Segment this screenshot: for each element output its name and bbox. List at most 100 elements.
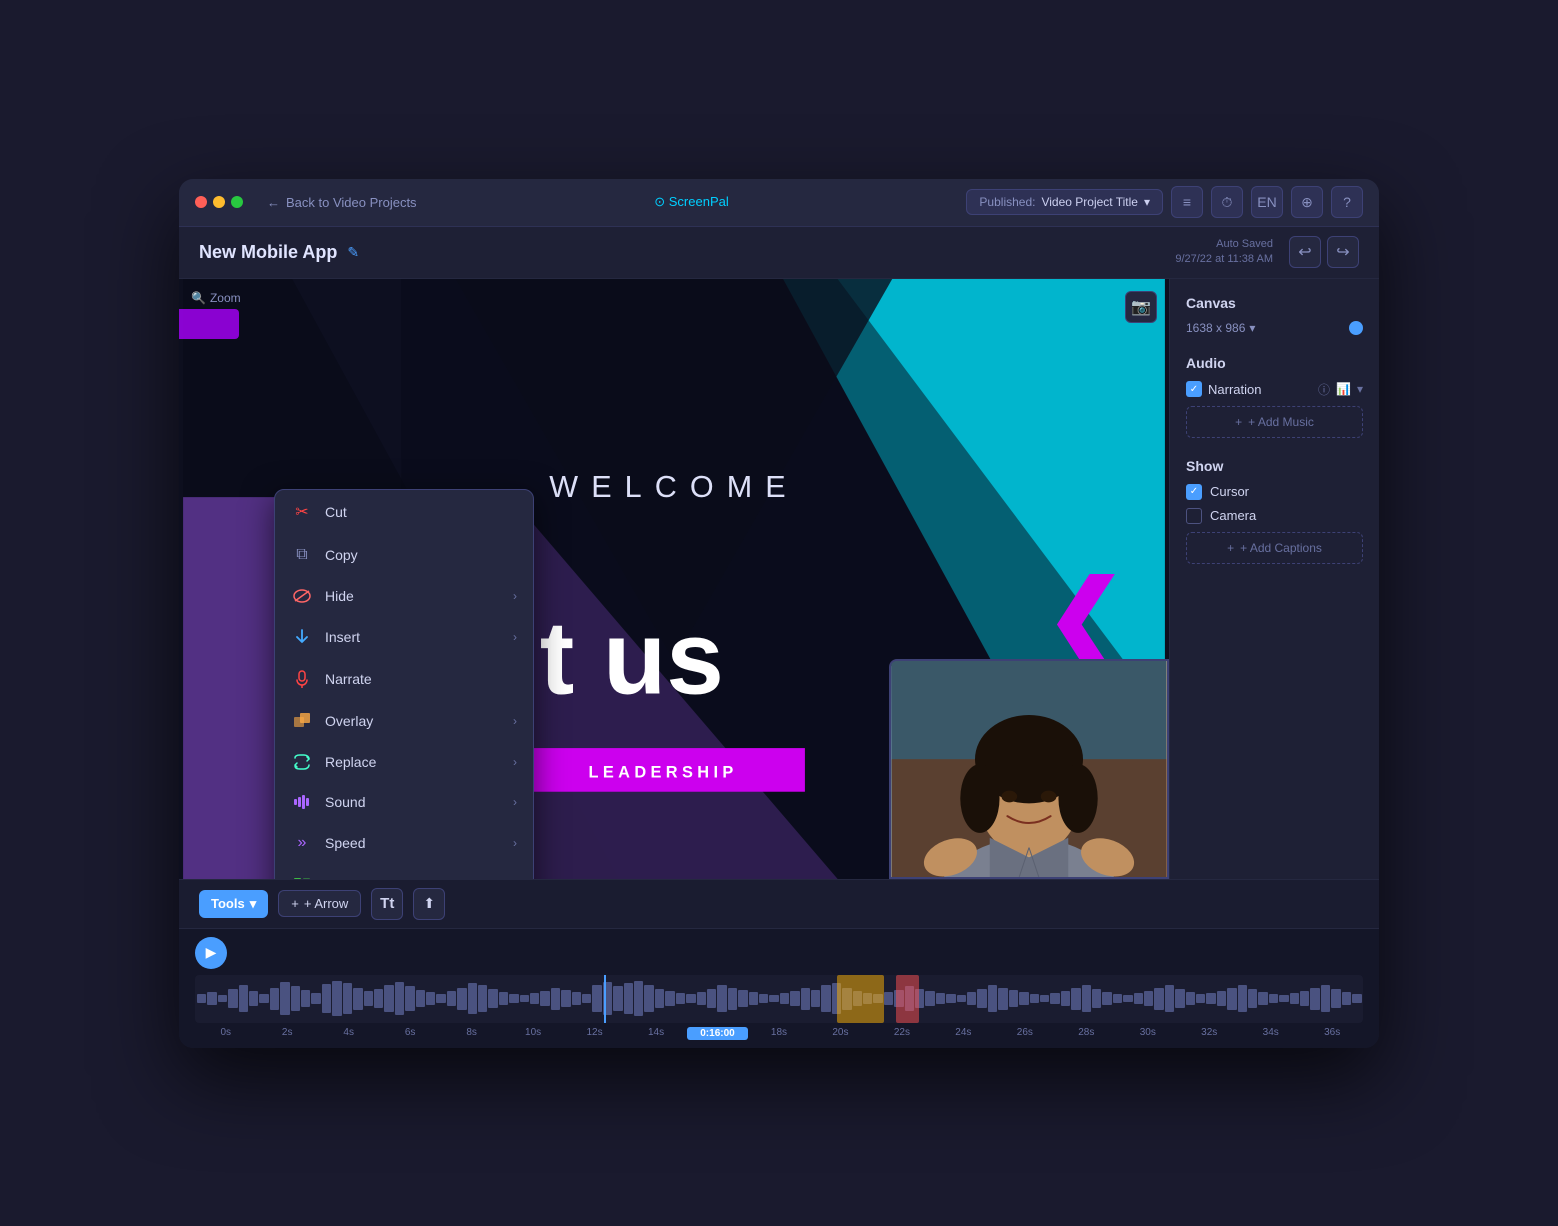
menu-item-cut[interactable]: ✂ Cut	[275, 490, 533, 534]
undo-redo-controls: ↩ ↪	[1289, 236, 1359, 268]
narration-waveform-icon[interactable]: 📊	[1336, 382, 1351, 396]
menu-item-speed[interactable]: » Speed ›	[275, 822, 533, 864]
ruler-mark-10s: 10s	[502, 1027, 563, 1040]
camera-checkbox[interactable]	[1186, 508, 1202, 524]
menu-item-sound[interactable]: Sound ›	[275, 782, 533, 822]
waveform-bar	[280, 982, 289, 1015]
cursor-checkbox[interactable]: ✓	[1186, 484, 1202, 500]
canvas-color-indicator	[1349, 321, 1363, 335]
ruler-mark-26s: 26s	[994, 1027, 1055, 1040]
menu-transition-label: Transition	[325, 876, 386, 879]
menu-item-narrate[interactable]: Narrate	[275, 658, 533, 700]
ruler-mark-28s: 28s	[1056, 1027, 1117, 1040]
waveform-bar	[1030, 994, 1039, 1003]
waveform-bar	[488, 989, 497, 1009]
narration-checkbox[interactable]: ✓	[1186, 381, 1202, 397]
timeline-track[interactable]: // Generate waveform bars dynamically (f…	[195, 975, 1363, 1023]
waveform-bar	[644, 985, 653, 1011]
publish-button[interactable]: Published: Video Project Title ▾	[966, 189, 1163, 215]
waveform-bar	[1300, 991, 1309, 1006]
canvas-title: Canvas	[1186, 295, 1363, 311]
close-button[interactable]	[195, 196, 207, 208]
waveform-bar	[676, 993, 685, 1004]
play-button[interactable]: ▶	[195, 937, 227, 969]
add-captions-button[interactable]: + + Add Captions	[1186, 532, 1363, 564]
cut-icon: ✂	[291, 502, 313, 522]
waveform-bar	[1175, 989, 1184, 1009]
narration-icons: ⓘ 📊 ▾	[1318, 381, 1363, 398]
screenshot-button[interactable]: 📷	[1125, 291, 1157, 323]
back-label: Back to Video Projects	[286, 195, 417, 210]
waveform-bar	[769, 995, 778, 1002]
help-button[interactable]: ?	[1331, 186, 1363, 218]
zoom-text: Zoom	[210, 291, 241, 305]
waveform-bar	[332, 981, 341, 1016]
arrow-button[interactable]: + + Arrow	[278, 890, 361, 917]
svg-text:LEADERSHIP: LEADERSHIP	[589, 763, 738, 781]
undo-button[interactable]: ↩	[1289, 236, 1321, 268]
waveform-bar	[1061, 991, 1070, 1006]
menu-narrate-label: Narrate	[325, 671, 372, 687]
timeline-clip-yellow[interactable]	[837, 975, 884, 1023]
tools-button[interactable]: Tools ▾	[199, 890, 268, 918]
waveform-bar	[613, 986, 622, 1010]
language-button[interactable]: EN	[1251, 186, 1283, 218]
autosaved-date: 9/27/22 at 11:38 AM	[1175, 252, 1273, 267]
back-button[interactable]: ← Back to Video Projects	[267, 195, 417, 210]
menu-sound-label: Sound	[325, 794, 365, 810]
back-arrow-icon: ←	[267, 195, 280, 210]
waveform-bar	[1040, 995, 1049, 1002]
arrow-label: + Arrow	[304, 896, 348, 911]
waveform-bar	[561, 990, 570, 1008]
menu-item-insert[interactable]: Insert ›	[275, 616, 533, 658]
waveform-bar	[468, 983, 477, 1014]
ruler-mark-16s: 0:16:00	[687, 1027, 748, 1040]
timeline-clip-red[interactable]	[896, 975, 919, 1023]
waveform-bar	[1206, 993, 1215, 1004]
waveform-bar	[364, 991, 373, 1006]
narration-info-icon[interactable]: ⓘ	[1318, 381, 1330, 398]
layers-button[interactable]: ≡	[1171, 186, 1203, 218]
menu-item-copy[interactable]: ⧉ Copy	[275, 534, 533, 576]
hide-icon	[291, 589, 313, 603]
minimize-button[interactable]	[213, 196, 225, 208]
menu-item-replace[interactable]: Replace ›	[275, 742, 533, 782]
timeline-controls: ▶	[179, 937, 1379, 975]
cursor-tool-button[interactable]: ⬆	[413, 888, 445, 920]
history-button[interactable]: ⏱	[1211, 186, 1243, 218]
canvas-section: Canvas 1638 x 986 ▾	[1186, 295, 1363, 335]
redo-button[interactable]: ↪	[1327, 236, 1359, 268]
waveform-bar	[967, 992, 976, 1005]
waveform-bar	[738, 990, 747, 1008]
text-button[interactable]: Tt	[371, 888, 403, 920]
waveform-bar	[405, 986, 414, 1010]
video-canvas: WELCOME about us LEADERSHIP ❮ ✂ Cut	[179, 279, 1169, 879]
add-music-button[interactable]: + + Add Music	[1186, 406, 1363, 438]
waveform-bar	[1009, 990, 1018, 1008]
waveform-bar	[218, 995, 227, 1002]
waveform-bar	[936, 993, 945, 1004]
waveform-bar	[249, 991, 258, 1006]
waveform-bar	[270, 988, 279, 1010]
waveform-bar	[1279, 995, 1288, 1002]
menu-item-overlay[interactable]: Overlay ›	[275, 700, 533, 742]
waveform-bar	[1144, 991, 1153, 1006]
edit-title-button[interactable]: ✎	[347, 244, 359, 261]
waveform-bar	[447, 991, 456, 1006]
waveform-bar	[717, 985, 726, 1011]
canvas-size-value[interactable]: 1638 x 986 ▾	[1186, 321, 1255, 335]
waveform-bar	[1019, 992, 1028, 1005]
ruler-mark-2s: 2s	[256, 1027, 317, 1040]
waveform-bar	[977, 989, 986, 1009]
menu-item-transition[interactable]: Transition	[275, 864, 533, 879]
settings-button[interactable]: ⊕	[1291, 186, 1323, 218]
timeline-playhead[interactable]	[604, 975, 606, 1023]
menu-insert-label: Insert	[325, 629, 360, 645]
bottom-toolbar: Tools ▾ + + Arrow Tt ⬆	[179, 879, 1379, 928]
purple-timeline-bar	[179, 309, 239, 339]
narration-expand-icon[interactable]: ▾	[1357, 382, 1363, 396]
menu-item-hide[interactable]: Hide ›	[275, 576, 533, 616]
canvas-size-text: 1638 x 986	[1186, 321, 1245, 335]
waveform-bar	[1310, 988, 1319, 1010]
fullscreen-button[interactable]	[231, 196, 243, 208]
